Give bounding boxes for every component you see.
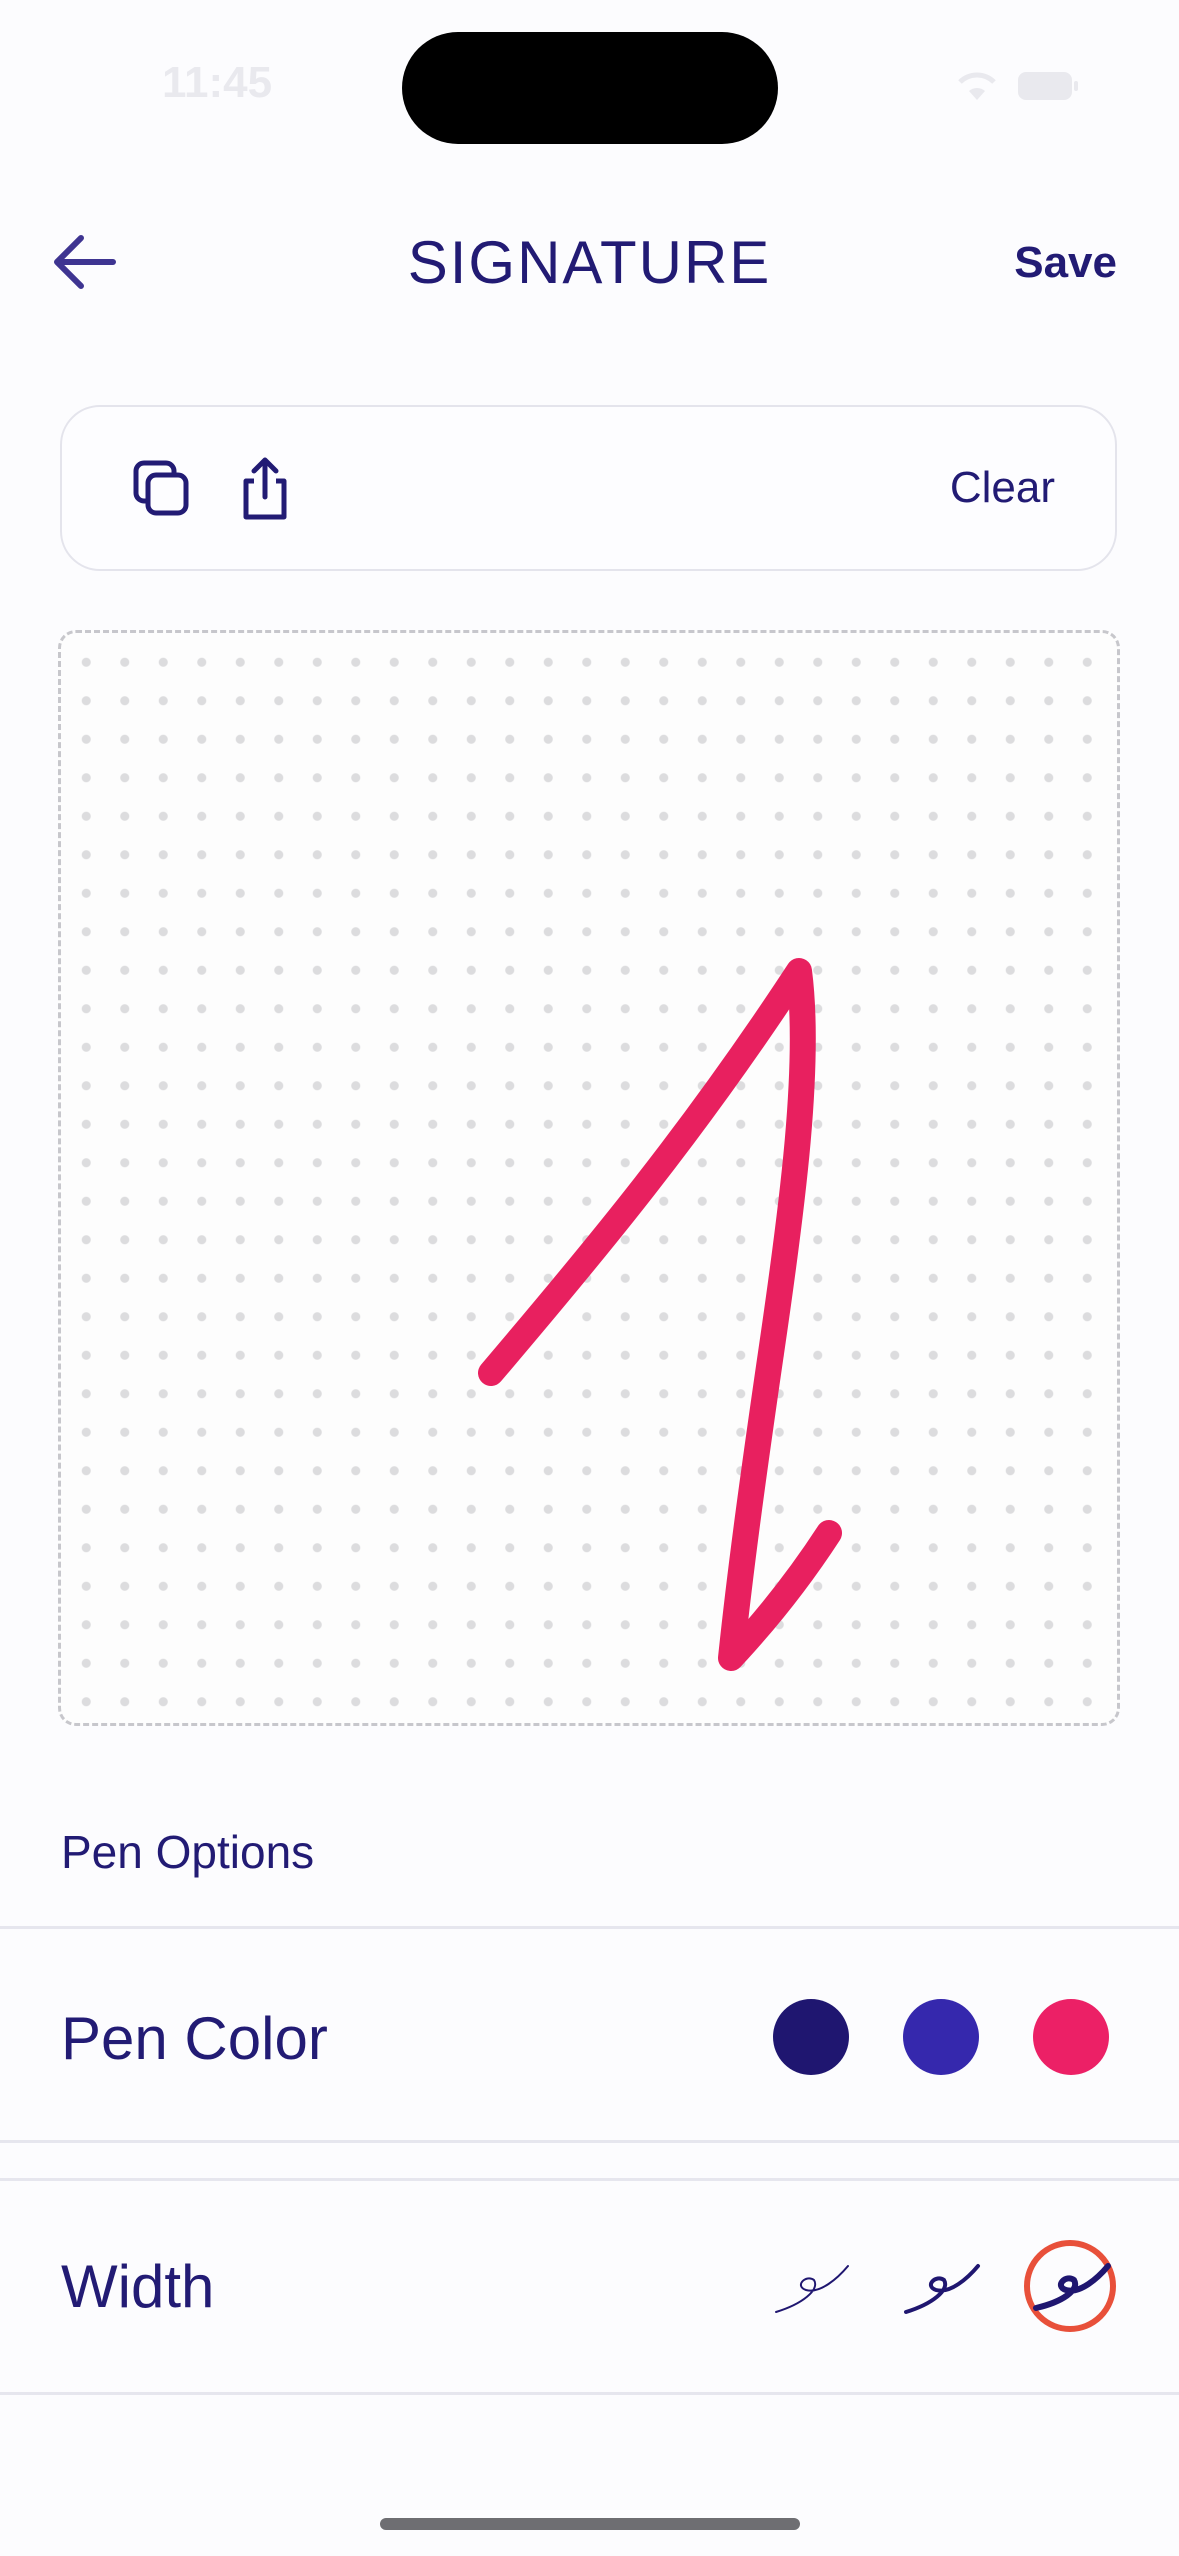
color-swatch-indigo[interactable] (903, 1999, 979, 2075)
color-swatch-navy[interactable] (773, 1999, 849, 2075)
pen-color-label: Pen Color (61, 2005, 328, 2072)
signature-stroke (478, 958, 842, 1671)
color-swatch-pink[interactable] (1033, 1999, 1109, 2075)
divider (0, 2178, 1179, 2181)
width-option-thin[interactable] (762, 2238, 858, 2334)
divider (0, 1926, 1179, 1929)
width-label: Width (61, 2253, 215, 2320)
signature-canvas[interactable] (58, 630, 1120, 1726)
width-option-medium[interactable] (892, 2238, 988, 2334)
thin-stroke-icon (775, 2265, 849, 2313)
home-indicator[interactable] (380, 2518, 800, 2530)
thick-stroke-icon (1024, 2240, 1116, 2332)
divider (0, 2140, 1179, 2143)
divider (0, 2392, 1179, 2395)
signature-screen: 11:45 SIGNATURE Save Clear Pen Options P… (0, 0, 1179, 2556)
medium-stroke-icon (904, 2264, 980, 2314)
pen-options-heading: Pen Options (61, 1826, 315, 1878)
width-option-thick[interactable] (1022, 2238, 1118, 2334)
